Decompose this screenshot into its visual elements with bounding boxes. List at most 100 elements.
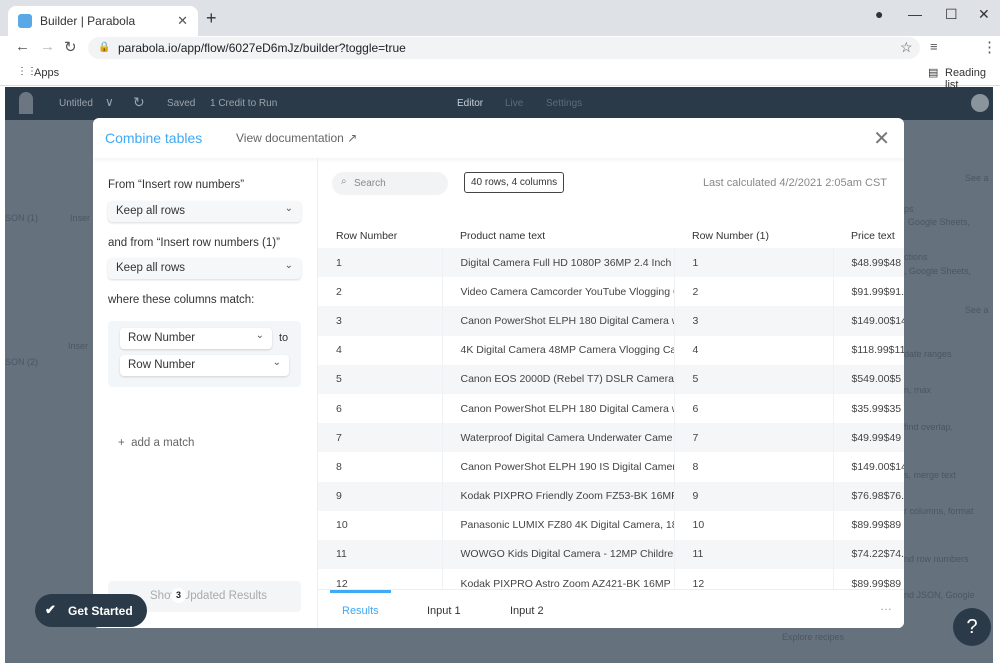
view-documentation-link[interactable]: View documentation ↗: [236, 131, 357, 145]
chevron-down-icon[interactable]: ∨: [105, 95, 114, 109]
table-cell: Canon PowerShot ELPH 190 IS Digital Came…: [442, 452, 675, 482]
bg-see-all: See a: [965, 173, 989, 183]
table-cell: 5: [318, 364, 443, 394]
select-value: Row Number: [128, 332, 196, 344]
browser-tab-bar: Builder | Parabola ✕ + ● — ☐ ✕: [0, 0, 1000, 36]
table-cell: Digital Camera Full HD 1080P 36MP 2.4 In…: [442, 248, 675, 278]
search-icon: ⌕: [341, 176, 347, 187]
tab-results[interactable]: Results: [342, 605, 379, 617]
settings-panel: From “Insert row numbers” Keep all rows ⌄…: [93, 158, 318, 628]
flow-name[interactable]: Untitled: [59, 98, 93, 109]
table-cell: 6: [318, 393, 443, 424]
column-header[interactable]: Row Number: [318, 224, 442, 248]
table-row: 11 WOWGO Kids Digital Camera - 12MP Child…: [318, 539, 904, 570]
column-header[interactable]: Row Number (1): [674, 224, 833, 248]
table-row: 1 Digital Camera Full HD 1080P 36MP 2.4 I…: [318, 248, 904, 278]
close-tab-icon[interactable]: ✕: [177, 13, 188, 29]
table-cell: $89.99$89: [833, 510, 904, 540]
address-bar[interactable]: 🔒 parabola.io/app/flow/6027eD6mJz/builder…: [88, 37, 920, 59]
doc-link-label: View documentation: [236, 131, 344, 145]
new-tab-button[interactable]: +: [206, 8, 217, 29]
table-cell: 7: [318, 423, 443, 453]
user-avatar[interactable]: [971, 94, 989, 112]
chevron-down-icon: ⌄: [284, 203, 293, 214]
table-cell: 2: [674, 277, 834, 307]
table-cell: 5: [674, 364, 834, 394]
from-label: From “Insert row numbers”: [108, 179, 245, 191]
forward-icon[interactable]: →: [40, 38, 55, 55]
match-right-column-select[interactable]: Row Number ⌄: [120, 355, 289, 376]
external-link-icon: ↗: [347, 131, 358, 145]
bg-node-label: Inser: [70, 213, 91, 223]
table-cell: $118.99$11: [833, 335, 904, 365]
table-row: 5 Canon EOS 2000D (Rebel T7) DSLR Camera …: [318, 364, 904, 394]
maximize-button[interactable]: ☐: [945, 6, 958, 23]
table-cell: Canon PowerShot ELPH 180 Digital Camera …: [442, 306, 675, 336]
bg-node-label: Inser: [68, 341, 89, 351]
to-label: to: [279, 332, 289, 344]
table-cell: 1: [674, 248, 834, 278]
table-row: 7 Waterproof Digital Camera Underwater Ca…: [318, 423, 904, 453]
refresh-icon[interactable]: ↻: [133, 94, 145, 111]
tab-input-2[interactable]: Input 2: [510, 605, 544, 617]
chevron-down-icon: ⌄: [272, 357, 281, 368]
nav-editor[interactable]: Editor: [457, 98, 483, 109]
reading-list-icon: ▤: [928, 67, 939, 79]
minimize-button[interactable]: —: [908, 6, 922, 22]
plus-icon: +: [118, 437, 125, 449]
close-window-button[interactable]: ✕: [978, 6, 990, 23]
tab-input-1[interactable]: Input 1: [427, 605, 461, 617]
bg-see-all: See a: [965, 305, 989, 315]
table-cell: 1: [318, 248, 443, 278]
help-button[interactable]: ?: [953, 608, 991, 646]
table-cell: 10: [318, 510, 443, 540]
profile-menu-icon[interactable]: ●: [875, 6, 883, 22]
saved-status: Saved: [167, 98, 196, 109]
get-started-label: Get Started: [68, 604, 133, 618]
bg-text: ps: [904, 204, 914, 214]
add-match-button[interactable]: + add a match: [118, 437, 194, 449]
parabola-favicon-icon: [18, 14, 32, 28]
get-started-count-badge: 3: [171, 588, 186, 603]
table-cell: Waterproof Digital Camera Underwater Cam…: [442, 423, 675, 453]
bookmark-star-icon[interactable]: ☆: [900, 39, 913, 56]
table-row: 9 Kodak PIXPRO Friendly Zoom FZ53-BK 16MP…: [318, 481, 904, 511]
match-left-column-select[interactable]: Row Number ⌄: [120, 328, 272, 349]
bg-text: Google Sheets,: [908, 217, 971, 227]
nav-live[interactable]: Live: [505, 98, 523, 109]
browser-tab[interactable]: Builder | Parabola ✕: [8, 6, 198, 36]
table-cell: $35.99$35: [833, 393, 904, 424]
combine-tables-modal: Combine tables View documentation ↗ ✕ Fr…: [93, 118, 904, 628]
table-row: 2 Video Camera Camcorder YouTube Vlogging…: [318, 277, 904, 307]
table-cell: Canon EOS 2000D (Rebel T7) DSLR Camera w: [442, 364, 675, 394]
table-header-row: Row Number Product name text Row Number …: [318, 224, 904, 248]
get-started-button[interactable]: ✔ Get Started 3: [35, 588, 186, 627]
table-row: 3 Canon PowerShot ELPH 180 Digital Camera…: [318, 306, 904, 336]
nav-settings[interactable]: Settings: [546, 98, 582, 109]
browser-menu-icon[interactable]: ⋮: [982, 38, 997, 56]
media-control-icon[interactable]: ≡: [930, 39, 938, 54]
close-icon[interactable]: ✕: [873, 126, 890, 151]
table-cell: 8: [318, 452, 443, 482]
apps-bookmark[interactable]: Apps: [34, 67, 59, 79]
results-tab-bar: Results Input 1 Input 2 …: [318, 589, 904, 628]
column-header[interactable]: Price text: [833, 224, 904, 248]
column-header[interactable]: Product name text: [442, 224, 674, 248]
match-group: Row Number ⌄ to Row Number ⌄: [108, 321, 301, 387]
explore-recipes-link[interactable]: Explore recipes: [782, 632, 844, 642]
and-from-rows-select[interactable]: Keep all rows ⌄: [108, 258, 301, 279]
from-rows-select[interactable]: Keep all rows ⌄: [108, 201, 301, 222]
search-input[interactable]: ⌕ Search: [332, 172, 448, 195]
table-cell: $76.98$76.: [833, 481, 904, 511]
table-cell: $549.00$5: [833, 364, 904, 394]
table-cell: 4: [674, 335, 834, 365]
more-options-button[interactable]: …: [880, 599, 892, 613]
reload-icon[interactable]: ↻: [64, 38, 77, 56]
bg-node-label: SON (2): [5, 357, 39, 367]
add-match-label: add a match: [131, 437, 195, 449]
table-cell: $48.99$48: [833, 248, 904, 278]
table-cell: 7: [674, 423, 834, 453]
rows-columns-badge: 40 rows, 4 columns: [464, 172, 565, 193]
back-icon[interactable]: ←: [15, 38, 30, 55]
bg-node-label: SON (1): [5, 213, 39, 223]
